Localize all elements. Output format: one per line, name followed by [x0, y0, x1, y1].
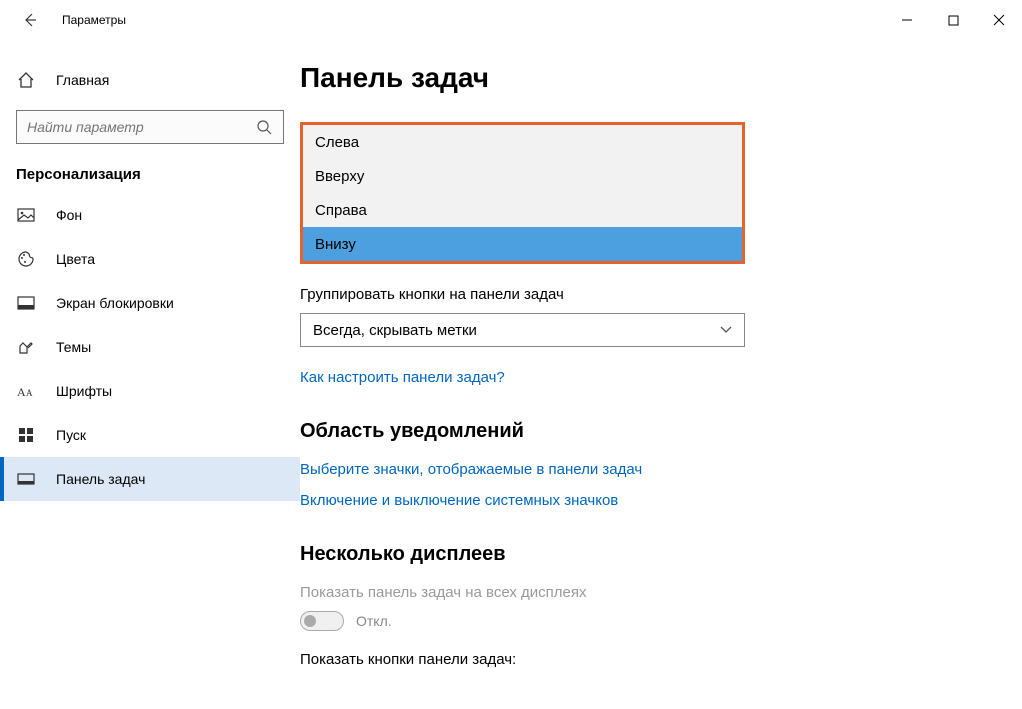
sidebar-item-lockscreen[interactable]: Экран блокировки — [0, 281, 300, 325]
dropdown-option[interactable]: Справа — [303, 193, 742, 227]
taskbar-position-dropdown[interactable]: Слева Вверху Справа Внизу — [300, 122, 745, 264]
sidebar-item-label: Панель задач — [56, 471, 145, 487]
section-notifications-heading: Область уведомлений — [300, 420, 982, 443]
group-buttons-label: Группировать кнопки на панели задач — [300, 286, 982, 303]
toggle-knob — [304, 615, 316, 627]
sidebar: Главная Персонализация Фон Цвета Э — [0, 40, 300, 709]
close-icon — [993, 14, 1005, 26]
section-multidisplay-heading: Несколько дисплеев — [300, 543, 982, 566]
multi-show-toggle-row: Откл. — [300, 611, 982, 631]
sidebar-item-label: Фон — [56, 207, 82, 223]
titlebar: Параметры — [0, 0, 1022, 40]
multi-show-label: Показать панель задач на всех дисплеях — [300, 584, 982, 601]
themes-icon — [16, 337, 36, 357]
sidebar-item-label: Главная — [56, 72, 109, 88]
palette-icon — [16, 249, 36, 269]
back-button[interactable] — [16, 6, 44, 34]
home-icon — [16, 70, 36, 90]
link-select-icons[interactable]: Выберите значки, отображаемые в панели з… — [300, 461, 982, 478]
dropdown-option[interactable]: Вверху — [303, 159, 742, 193]
sidebar-item-label: Шрифты — [56, 383, 112, 399]
page-title: Панель задач — [300, 62, 982, 94]
sidebar-item-home[interactable]: Главная — [0, 58, 300, 102]
link-customize-taskbar[interactable]: Как настроить панели задач? — [300, 369, 982, 386]
close-button[interactable] — [976, 0, 1022, 40]
multi-show-toggle[interactable] — [300, 611, 344, 631]
minimize-icon — [901, 14, 913, 26]
combobox-value: Всегда, скрывать метки — [313, 322, 720, 339]
sidebar-item-label: Пуск — [56, 427, 86, 443]
sidebar-item-themes[interactable]: Темы — [0, 325, 300, 369]
sidebar-item-start[interactable]: Пуск — [0, 413, 300, 457]
lockscreen-icon — [16, 293, 36, 313]
chevron-down-icon — [720, 326, 732, 334]
maximize-button[interactable] — [930, 0, 976, 40]
taskbar-icon — [16, 469, 36, 489]
start-icon — [16, 425, 36, 445]
svg-text:A: A — [17, 385, 26, 398]
dropdown-option-selected[interactable]: Внизу — [303, 227, 742, 261]
multi-buttons-label: Показать кнопки панели задач: — [300, 651, 982, 668]
sidebar-item-label: Экран блокировки — [56, 295, 174, 311]
sidebar-item-taskbar[interactable]: Панель задач — [0, 457, 300, 501]
category-label: Персонализация — [0, 158, 300, 193]
search-icon — [255, 118, 273, 136]
arrow-left-icon — [22, 12, 38, 28]
main-content: Панель задач Слева Вверху Справа Внизу Г… — [300, 40, 1022, 709]
sidebar-item-label: Цвета — [56, 251, 95, 267]
sidebar-item-colors[interactable]: Цвета — [0, 237, 300, 281]
window-title: Параметры — [62, 13, 126, 27]
window-controls — [884, 0, 1022, 40]
sidebar-item-label: Темы — [56, 339, 91, 355]
toggle-state-text: Откл. — [356, 613, 392, 629]
group-buttons-combobox[interactable]: Всегда, скрывать метки — [300, 313, 745, 347]
search-input[interactable] — [27, 119, 255, 135]
minimize-button[interactable] — [884, 0, 930, 40]
image-icon — [16, 205, 36, 225]
search-box[interactable] — [16, 110, 284, 144]
sidebar-item-fonts[interactable]: AA Шрифты — [0, 369, 300, 413]
dropdown-option[interactable]: Слева — [303, 125, 742, 159]
maximize-icon — [948, 15, 959, 26]
fonts-icon: AA — [16, 381, 36, 401]
sidebar-item-background[interactable]: Фон — [0, 193, 300, 237]
svg-text:A: A — [26, 388, 33, 398]
link-system-icons[interactable]: Включение и выключение системных значков — [300, 492, 982, 509]
